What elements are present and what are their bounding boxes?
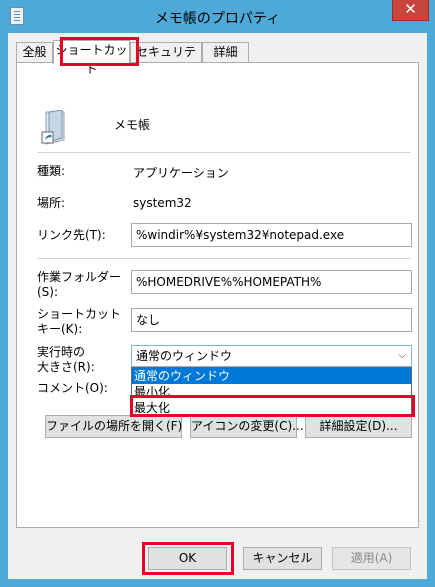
- link-label: リンク先(T):: [37, 228, 106, 242]
- dialog-body: 全般 ショートカット セキュリティ 詳細 メモ帳 種類: アプリケーション 場所…: [8, 33, 427, 579]
- run-size-selected-value: 通常のウィンドウ: [136, 349, 233, 363]
- workdir-input[interactable]: %HOMEDRIVE%%HOMEPATH%: [131, 270, 412, 294]
- title-bar[interactable]: メモ帳のプロパティ ✕: [0, 0, 435, 33]
- run-option-minimized[interactable]: 最小化: [132, 384, 411, 400]
- chevron-down-icon[interactable]: ⌵: [398, 346, 406, 366]
- run-size-select[interactable]: 通常のウィンドウ ⌵: [131, 345, 412, 367]
- ok-button[interactable]: OK: [148, 547, 227, 570]
- target-name: メモ帳: [114, 118, 151, 132]
- open-file-location-button[interactable]: ファイルの場所を開く(F): [45, 415, 182, 438]
- shortcut-panel: メモ帳 種類: アプリケーション 場所: system32 リンク先(T): %…: [16, 62, 419, 528]
- run-size-dropdown-list: 通常のウィンドウ 最小化 最大化: [131, 367, 412, 417]
- run-option-maximized[interactable]: 最大化: [132, 400, 411, 416]
- location-label: 場所:: [37, 196, 66, 210]
- notepad-shortcut-icon: [41, 110, 65, 145]
- close-button[interactable]: ✕: [392, 0, 429, 21]
- window-title: メモ帳のプロパティ: [154, 11, 281, 27]
- type-value: アプリケーション: [133, 166, 229, 180]
- tab-general[interactable]: 全般: [16, 42, 53, 63]
- tab-shortcut[interactable]: ショートカット: [53, 40, 130, 76]
- properties-window: メモ帳のプロパティ ✕ 全般 ショートカット セキュリティ 詳細 メモ帳 種類:…: [0, 0, 435, 587]
- cancel-button[interactable]: キャンセル: [243, 547, 322, 570]
- workdir-label-line1: 作業フォルダー: [37, 270, 122, 284]
- type-label: 種類:: [37, 164, 66, 178]
- run-option-normal[interactable]: 通常のウィンドウ: [132, 368, 411, 384]
- separator-1: [37, 152, 411, 153]
- hotkey-label-line1: ショートカット: [37, 307, 122, 321]
- comment-label: コメント(O):: [37, 381, 108, 395]
- tab-security[interactable]: セキュリティ: [130, 42, 202, 78]
- hotkey-label-line2: キー(K):: [37, 322, 83, 336]
- change-icon-button[interactable]: アイコンの変更(C)...: [190, 415, 304, 438]
- advanced-settings-button[interactable]: 詳細設定(D)...: [305, 415, 412, 438]
- hotkey-input[interactable]: なし: [131, 308, 412, 332]
- workdir-label-line2: (S):: [37, 285, 59, 299]
- run-size-label-line1: 実行時の: [37, 345, 86, 359]
- run-size-label-line2: 大きさ(R):: [37, 360, 95, 374]
- apply-button[interactable]: 適用(A): [332, 547, 411, 570]
- separator-2: [37, 258, 411, 259]
- tab-details[interactable]: 詳細: [202, 42, 249, 63]
- location-value: system32: [133, 196, 192, 210]
- link-input[interactable]: %windir%¥system32¥notepad.exe: [131, 223, 412, 247]
